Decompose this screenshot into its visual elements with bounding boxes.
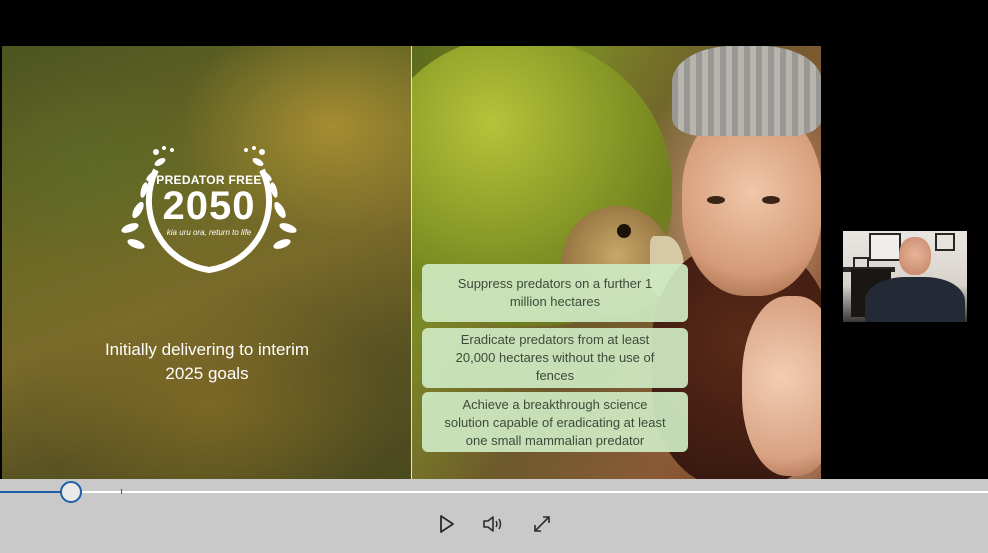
video-player: PREDATOR FREE 2050 kia uru ora, return t…: [0, 0, 988, 553]
slide-left-panel: PREDATOR FREE 2050 kia uru ora, return t…: [2, 46, 411, 480]
caption-line: Initially delivering to interim: [104, 340, 310, 359]
goal-line: Achieve a breakthrough science: [462, 397, 648, 412]
play-icon: [440, 515, 454, 533]
fullscreen-button[interactable]: [527, 509, 557, 539]
goal-box-suppress: Suppress predators on a further 1 millio…: [422, 264, 688, 322]
presenter-body: [865, 277, 965, 322]
goal-line: solution capable of eradicating at least: [444, 415, 666, 430]
logo-tagline: kia uru ora, return to life: [166, 228, 252, 237]
seek-thumb[interactable]: [60, 481, 82, 503]
goal-line: one small mammalian predator: [465, 433, 645, 448]
goal-line: Eradicate predators from at least: [460, 332, 650, 347]
seek-bar[interactable]: [0, 491, 988, 493]
goal-line: Suppress predators on a further 1: [457, 276, 653, 291]
child-eye: [707, 196, 725, 204]
presentation-slide: PREDATOR FREE 2050 kia uru ora, return t…: [2, 46, 821, 480]
goal-line: 20,000 hectares without the use of: [455, 350, 655, 365]
webcam-picture-frame: [935, 233, 955, 251]
predator-free-logo: PREDATOR FREE 2050 kia uru ora, return t…: [116, 140, 302, 274]
second-child-face: [742, 296, 821, 476]
fullscreen-icon: [534, 516, 550, 532]
volume-icon: [483, 516, 502, 532]
child-eye: [762, 196, 780, 204]
slide-caption: Initially delivering to interim 2025 goa…: [62, 338, 352, 386]
presenter-webcam: [843, 231, 967, 322]
goal-box-eradicate: Eradicate predators from at least 20,000…: [422, 328, 688, 388]
player-controls: [0, 479, 988, 553]
kakapo-eye: [617, 224, 631, 238]
goal-line: fences: [535, 368, 575, 383]
presenter-head: [899, 237, 931, 275]
seek-chapter-marker: [121, 489, 122, 494]
caption-line: 2025 goals: [165, 364, 249, 383]
goal-line: million hectares: [509, 294, 601, 309]
goal-box-science: Achieve a breakthrough science solution …: [422, 392, 688, 452]
volume-button[interactable]: [479, 509, 509, 539]
logo-year: 2050: [162, 184, 256, 228]
child-hat: [672, 46, 821, 136]
play-button[interactable]: [432, 509, 462, 539]
webcam-picture-frame: [869, 233, 901, 261]
